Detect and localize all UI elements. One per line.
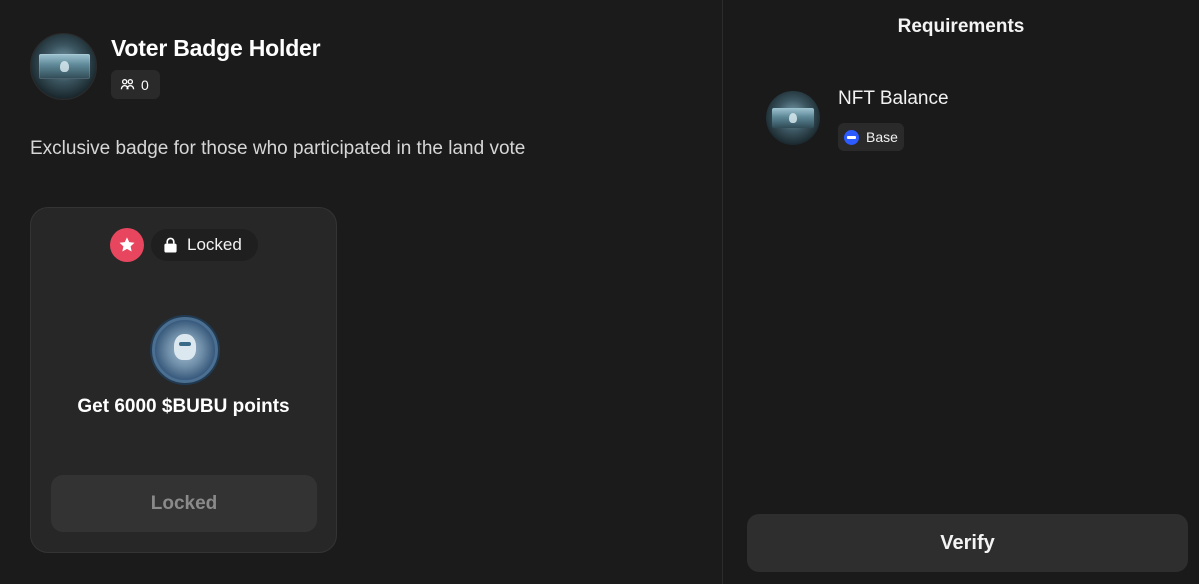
lock-icon [164,237,177,253]
verify-button[interactable]: Verify [747,514,1188,572]
bubu-coin-icon [152,317,218,383]
locked-claim-button[interactable]: Locked [51,475,317,532]
holders-badge: 0 [111,70,160,99]
badge-description: Exclusive badge for those who participat… [30,138,526,159]
badge-detail-panel: Voter Badge Holder 0 Exclusive badge for… [0,0,722,584]
requirement-name: NFT Balance [838,88,949,109]
page: Voter Badge Holder 0 Exclusive badge for… [0,0,1199,584]
badge-title: Voter Badge Holder [111,35,321,61]
requirement-nft-avatar [766,91,820,145]
chain-label: Base [866,129,898,145]
locked-status-pill: Locked [151,229,258,261]
chain-badge: Base [838,123,904,151]
reward-card: Locked Get 6000 $BUBU points Locked [30,207,337,553]
badge-image [39,54,90,79]
badge-avatar [30,33,97,100]
base-chain-icon [844,129,859,145]
star-badge [110,228,144,262]
locked-status-label: Locked [187,235,242,254]
requirements-panel: Requirements NFT Balance Base Verify [723,0,1199,584]
reward-text: Get 6000 $BUBU points [77,396,290,417]
users-icon [120,78,135,90]
bubu-mascot [174,334,196,360]
holders-count: 0 [141,76,149,93]
nft-image [772,108,814,128]
star-icon [119,237,135,252]
requirements-heading: Requirements [897,16,1025,37]
